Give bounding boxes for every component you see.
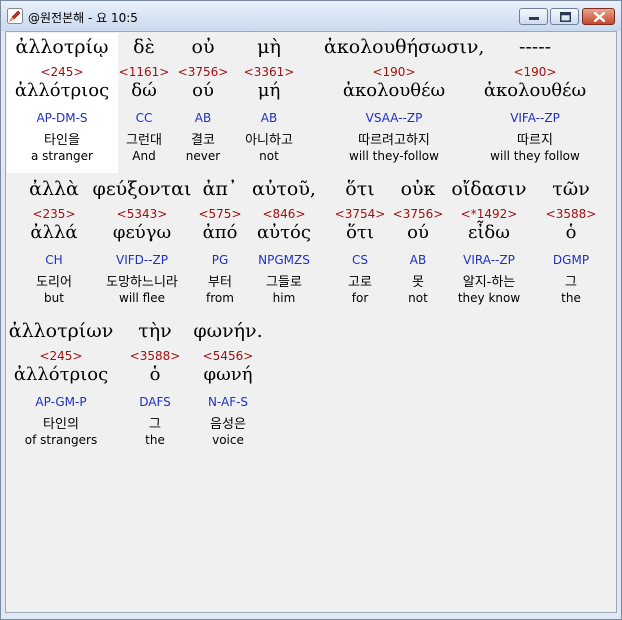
title-bar[interactable]: @원전본해 - 요 10:5 <box>1 1 621 31</box>
english-gloss: will they-follow <box>349 149 439 163</box>
korean-gloss: 그 <box>565 275 577 290</box>
parsing-code: DGMP <box>552 253 590 267</box>
korean-gloss: 음성은 <box>210 417 246 432</box>
strong-number: <3588> <box>545 207 597 221</box>
parsing-code: N-AF-S <box>207 395 249 409</box>
korean-gloss: 따르지 <box>517 133 553 148</box>
english-gloss: will they follow <box>490 149 580 163</box>
minimize-icon <box>529 17 539 20</box>
parsing-code: AB <box>260 111 278 125</box>
interlinear-view[interactable]: ἀλλοτρίῳ <245> ἀλλότριος AP-DM-S 타인을 a strang… <box>5 31 617 613</box>
english-gloss: not <box>259 149 279 163</box>
korean-gloss: 따르려고하지 <box>358 133 430 148</box>
greek-word: τῶν <box>552 178 590 200</box>
parsing-code: VSAA--ZP <box>365 111 423 125</box>
lexical-form: φωνή <box>203 364 253 385</box>
lexical-form: μή <box>257 80 281 101</box>
greek-word: φωνήν. <box>193 320 263 342</box>
maximize-button[interactable] <box>550 8 579 25</box>
word-column[interactable]: μὴ <3361> μή AB 아니하고 not <box>199 36 339 176</box>
parsing-code: VIFA--ZP <box>510 111 560 125</box>
strong-number: <3361> <box>243 65 295 79</box>
app-window: @원전본해 - 요 10:5 ἀλλοτρίῳ <245> ἀλλότριος AP-… <box>0 0 622 620</box>
word-column[interactable]: ἀκολουθήσωσιν, <190> ἀκολουθέω VSAA--ZP 따르려고… <box>324 36 485 176</box>
word-column[interactable]: τῶν <3588> ὁ DGMP 그 the <box>501 178 616 318</box>
greek-word: μὴ <box>257 36 281 58</box>
lexical-form: ὁ <box>565 222 577 243</box>
strong-number: <5456> <box>202 349 254 363</box>
greek-word: ἀκολουθήσωσιν, <box>324 36 485 58</box>
window-title: @원전본해 - 요 10:5 <box>28 11 138 25</box>
word-column[interactable]: φωνήν. <5456> φωνή N-AF-S 음성은 voice <box>158 320 298 460</box>
english-gloss: the <box>561 291 581 305</box>
minimize-button[interactable] <box>519 8 548 25</box>
greek-word: ----- <box>518 36 552 58</box>
lexical-form: ἀκολουθέω <box>342 80 446 101</box>
strong-number: <190> <box>513 65 557 79</box>
lexical-form: ἀκολουθέω <box>483 80 587 101</box>
close-button[interactable] <box>582 8 615 25</box>
word-column[interactable]: ----- <190> ἀκολουθέω VIFA--ZP 따르지 will they … <box>465 36 605 176</box>
strong-number: <190> <box>372 65 416 79</box>
app-pen-icon[interactable] <box>7 8 23 24</box>
close-icon <box>594 12 605 22</box>
maximize-icon <box>560 12 571 22</box>
english-gloss: voice <box>212 433 244 447</box>
korean-gloss: 아니하고 <box>245 133 293 148</box>
